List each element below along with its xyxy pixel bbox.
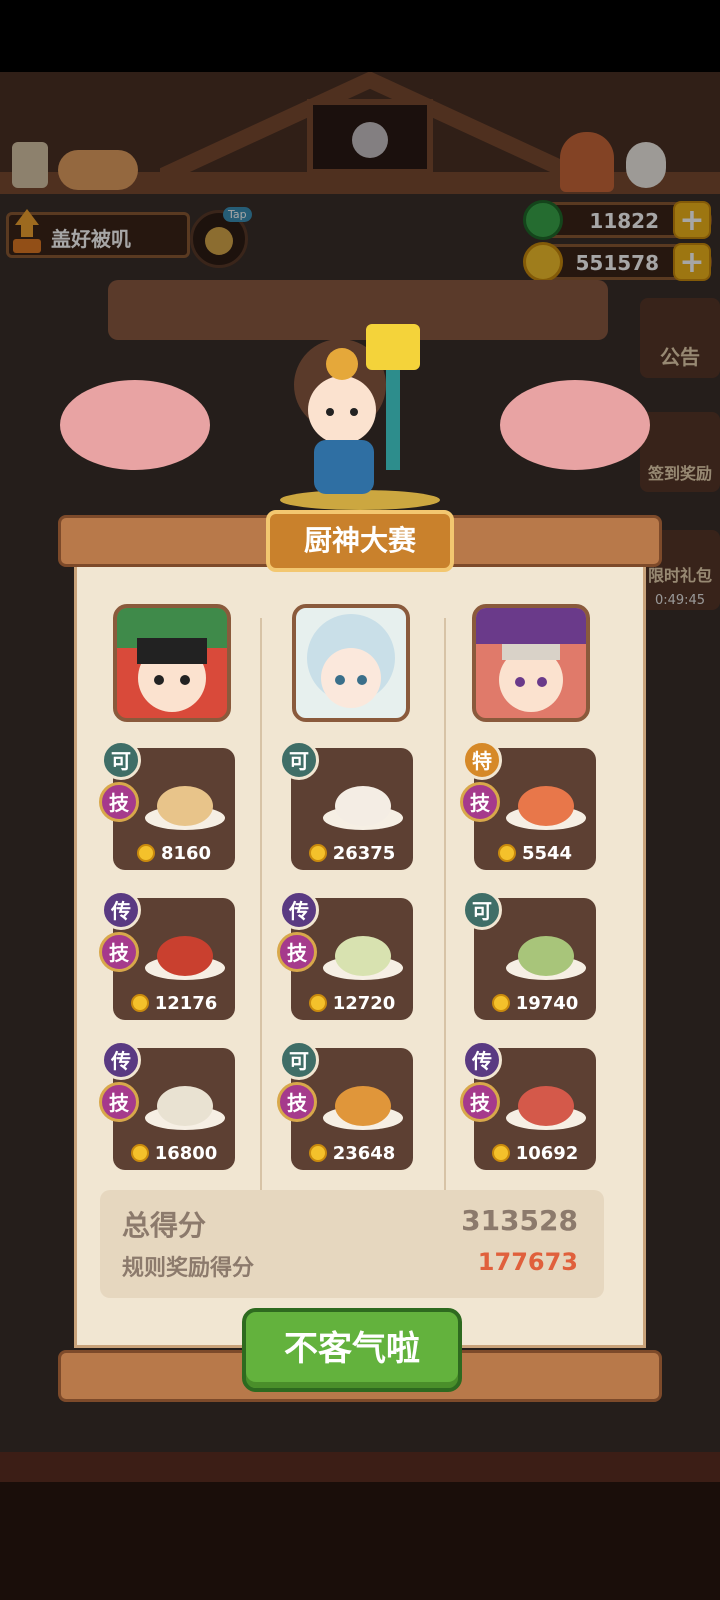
tempura-plate-icon (145, 786, 225, 830)
dish-price: 12176 (113, 993, 235, 1014)
roast-platter-icon (506, 1086, 586, 1130)
soup-bowl-icon (506, 786, 586, 830)
opera-chef-face (117, 608, 227, 712)
dish-card[interactable]: 特技 5544 (460, 740, 596, 870)
dish-price: 10692 (474, 1143, 596, 1164)
gourd-pastry-icon (323, 1086, 403, 1130)
dish-grade-badge: 可 (279, 740, 319, 780)
scroll-dumpling-icon (145, 1086, 225, 1130)
dish-grade-badge: 可 (101, 740, 141, 780)
lion-chef-face (476, 608, 586, 712)
dish-card[interactable]: 传技 12176 (99, 890, 235, 1020)
skill-badge: 技 (99, 1082, 139, 1122)
braised-meat-icon (145, 936, 225, 980)
dish-price: 8160 (113, 843, 235, 864)
dish-grade-badge: 可 (462, 890, 502, 930)
dish-card[interactable]: 传技 10692 (460, 1040, 596, 1170)
dish-price-value: 8160 (160, 843, 212, 864)
bottom-bar (0, 1482, 720, 1600)
dish-price-value: 12176 (154, 993, 218, 1014)
dish-price: 19740 (474, 993, 596, 1014)
dumpling-plate-icon (323, 936, 403, 980)
dish-grade-badge: 传 (101, 1040, 141, 1080)
column-divider (260, 618, 262, 1202)
confirm-button[interactable]: 不客气啦 (242, 1308, 462, 1392)
skill-badge: 技 (460, 1082, 500, 1122)
dish-card[interactable]: 可技 8160 (99, 740, 235, 870)
dish-price-value: 5544 (521, 843, 573, 864)
blossom-left (60, 380, 210, 470)
coin-icon (130, 994, 149, 1012)
column-divider (444, 618, 446, 1202)
status-bar (0, 0, 720, 72)
dish-price: 12720 (291, 993, 413, 1014)
skill-badge: 技 (99, 782, 139, 822)
coin-icon (308, 994, 327, 1012)
dish-price-value: 12720 (332, 993, 396, 1014)
coin-icon (497, 844, 516, 862)
snow-chef-face (307, 614, 395, 708)
coin-icon (491, 1144, 510, 1162)
dish-price: 26375 (291, 843, 413, 864)
dish-grade-badge: 传 (279, 890, 319, 930)
dish-price-value: 10692 (515, 1143, 579, 1164)
chef-lion-portrait[interactable] (472, 604, 590, 722)
coin-icon (308, 1144, 327, 1162)
total-score-value: 313528 (461, 1204, 578, 1237)
skill-badge: 技 (460, 782, 500, 822)
coin-icon (491, 994, 510, 1012)
skill-badge: 技 (277, 932, 317, 972)
score-summary: 总得分 313528 规则奖励得分 177673 (100, 1190, 604, 1298)
coin-icon (136, 844, 155, 862)
chef-god-icon (280, 324, 440, 510)
bonus-score-value: 177673 (477, 1248, 578, 1276)
dish-grade-badge: 传 (101, 890, 141, 930)
layer-cake-icon (506, 936, 586, 980)
dish-card[interactable]: 传技 16800 (99, 1040, 235, 1170)
dish-price-value: 23648 (332, 1143, 396, 1164)
dish-price-value: 26375 (332, 843, 396, 864)
total-score-label: 总得分 (122, 1209, 207, 1242)
dish-price-value: 16800 (154, 1143, 218, 1164)
dish-grade-badge: 传 (462, 1040, 502, 1080)
chef-opera-portrait[interactable] (113, 604, 231, 722)
coin-icon (130, 1144, 149, 1162)
dish-price-value: 19740 (515, 993, 579, 1014)
skill-badge: 技 (99, 932, 139, 972)
contest-title: 厨神大赛 (266, 510, 454, 572)
skill-badge: 技 (277, 1082, 317, 1122)
dish-card[interactable]: 可 26375 (279, 740, 413, 870)
dish-grade-badge: 特 (462, 740, 502, 780)
dish-card[interactable]: 可技 23648 (277, 1040, 413, 1170)
blossom-right (500, 380, 650, 470)
dish-price: 16800 (113, 1143, 235, 1164)
coin-icon (308, 844, 327, 862)
dish-card[interactable]: 可 19740 (462, 890, 596, 1020)
chef-snow-portrait[interactable] (292, 604, 410, 722)
dish-card[interactable]: 传技 12720 (277, 890, 413, 1020)
dish-price: 23648 (291, 1143, 413, 1164)
dish-price: 5544 (474, 843, 596, 864)
dish-grade-badge: 可 (279, 1040, 319, 1080)
fruit-cake-icon (323, 786, 403, 830)
bonus-score-label: 规则奖励得分 (122, 1256, 255, 1281)
